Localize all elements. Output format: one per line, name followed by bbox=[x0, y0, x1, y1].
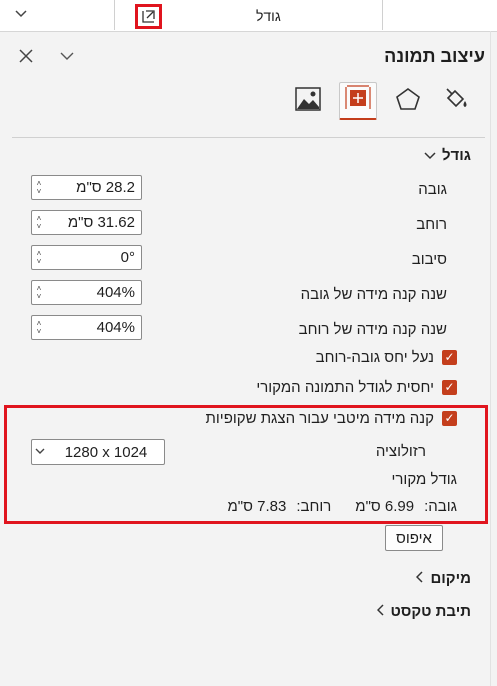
tab-fill-line[interactable] bbox=[437, 82, 475, 120]
section-size-title: גודל bbox=[441, 147, 471, 164]
orig-width-label: רוחב: bbox=[296, 498, 332, 515]
paint-bucket-icon bbox=[443, 87, 469, 116]
scale-height-label: שנה קנה מידה של גובה bbox=[300, 286, 447, 303]
pane-title: עיצוב תמונה bbox=[384, 46, 485, 66]
spinner-arrows-icon[interactable]: ˄ ˅ bbox=[32, 281, 46, 304]
orig-height-label: גובה: bbox=[424, 498, 457, 515]
section-size-header[interactable]: גודל bbox=[424, 147, 471, 164]
chevron-right-icon bbox=[376, 604, 385, 619]
checkmark-icon[interactable]: ✓ bbox=[442, 350, 457, 365]
spinner-arrows-icon[interactable]: ˄ ˅ bbox=[32, 211, 46, 234]
orig-height-value: 6.99 ס"מ bbox=[355, 498, 415, 515]
rotation-label: סיבוב bbox=[411, 251, 447, 268]
tab-picture[interactable] bbox=[289, 82, 327, 120]
size-properties-icon bbox=[344, 84, 372, 117]
resolution-dropdown[interactable]: 1280 x 1024 bbox=[31, 439, 165, 465]
lock-aspect-label: נעל יחס גובה-רוחב bbox=[315, 349, 434, 366]
close-icon[interactable] bbox=[14, 44, 38, 68]
relative-original-label: יחסית לגודל התמונה המקורי bbox=[256, 379, 434, 396]
original-size-values: גובה: 6.99 ס"מ רוחב: 7.83 ס"מ bbox=[228, 498, 458, 515]
height-spinner[interactable]: ˄ ˅ 28.2 ס"מ bbox=[31, 175, 142, 200]
scale-width-value[interactable]: 404% bbox=[46, 319, 141, 336]
ribbon-separator bbox=[114, 0, 115, 30]
checkmark-icon[interactable]: ✓ bbox=[442, 411, 457, 426]
best-scale-checkbox[interactable]: ✓ קנה מידה מיטבי עבור הצגת שקופיות bbox=[206, 410, 457, 427]
picture-icon bbox=[295, 86, 321, 116]
height-label: גובה bbox=[418, 181, 447, 198]
chevron-down-icon bbox=[424, 149, 436, 163]
width-value[interactable]: 31.62 ס"מ bbox=[46, 214, 141, 231]
ribbon-separator bbox=[382, 0, 383, 30]
reset-button[interactable]: איפוס bbox=[385, 525, 443, 551]
ribbon-strip: גודל bbox=[0, 0, 497, 32]
best-scale-label: קנה מידה מיטבי עבור הצגת שקופיות bbox=[205, 410, 434, 427]
dialog-launcher-icon[interactable] bbox=[135, 4, 162, 29]
height-value[interactable]: 28.2 ס"מ bbox=[46, 179, 141, 196]
width-spinner[interactable]: ˄ ˅ 31.62 ס"מ bbox=[31, 210, 142, 235]
ribbon-collapse-icon[interactable] bbox=[14, 6, 28, 21]
chevron-down-icon bbox=[32, 447, 48, 458]
tab-size-properties[interactable] bbox=[339, 82, 377, 120]
width-label: רוחב bbox=[416, 216, 447, 233]
scale-width-spinner[interactable]: ˄ ˅ 404% bbox=[31, 315, 142, 340]
pane-options-chevron-down-icon[interactable] bbox=[55, 44, 79, 68]
pentagon-icon bbox=[395, 87, 421, 116]
ribbon-group-label: גודל bbox=[256, 8, 281, 24]
scale-width-label: שנה קנה מידה של רוחב bbox=[298, 321, 447, 338]
section-position-title: מיקום bbox=[430, 570, 471, 587]
tab-effects[interactable] bbox=[389, 82, 427, 120]
section-textbox-header[interactable]: תיבת טקסט bbox=[376, 603, 471, 620]
rotation-spinner[interactable]: ˄ ˅ 0° bbox=[31, 245, 142, 270]
rotation-value[interactable]: 0° bbox=[46, 249, 141, 266]
resolution-value: 1280 x 1024 bbox=[64, 443, 148, 461]
scale-height-value[interactable]: 404% bbox=[46, 284, 141, 301]
scale-height-spinner[interactable]: ˄ ˅ 404% bbox=[31, 280, 142, 305]
checkmark-icon[interactable]: ✓ bbox=[442, 380, 457, 395]
tabs-divider bbox=[12, 137, 485, 138]
lock-aspect-checkbox[interactable]: ✓ נעל יחס גובה-רוחב bbox=[316, 349, 457, 366]
original-size-label: גודל מקורי bbox=[391, 471, 457, 488]
pane-border bbox=[490, 31, 491, 686]
spinner-arrows-icon[interactable]: ˄ ˅ bbox=[32, 316, 46, 339]
section-textbox-title: תיבת טקסט bbox=[390, 603, 471, 620]
resolution-label: רזולוציה bbox=[375, 443, 426, 460]
orig-width-value: 7.83 ס"מ bbox=[227, 498, 287, 515]
chevron-right-icon bbox=[416, 571, 424, 586]
relative-original-checkbox[interactable]: ✓ יחסית לגודל התמונה המקורי bbox=[256, 379, 457, 396]
section-position-header[interactable]: מיקום bbox=[416, 570, 471, 587]
spinner-arrows-icon[interactable]: ˄ ˅ bbox=[32, 176, 46, 199]
spinner-arrows-icon[interactable]: ˄ ˅ bbox=[32, 246, 46, 269]
